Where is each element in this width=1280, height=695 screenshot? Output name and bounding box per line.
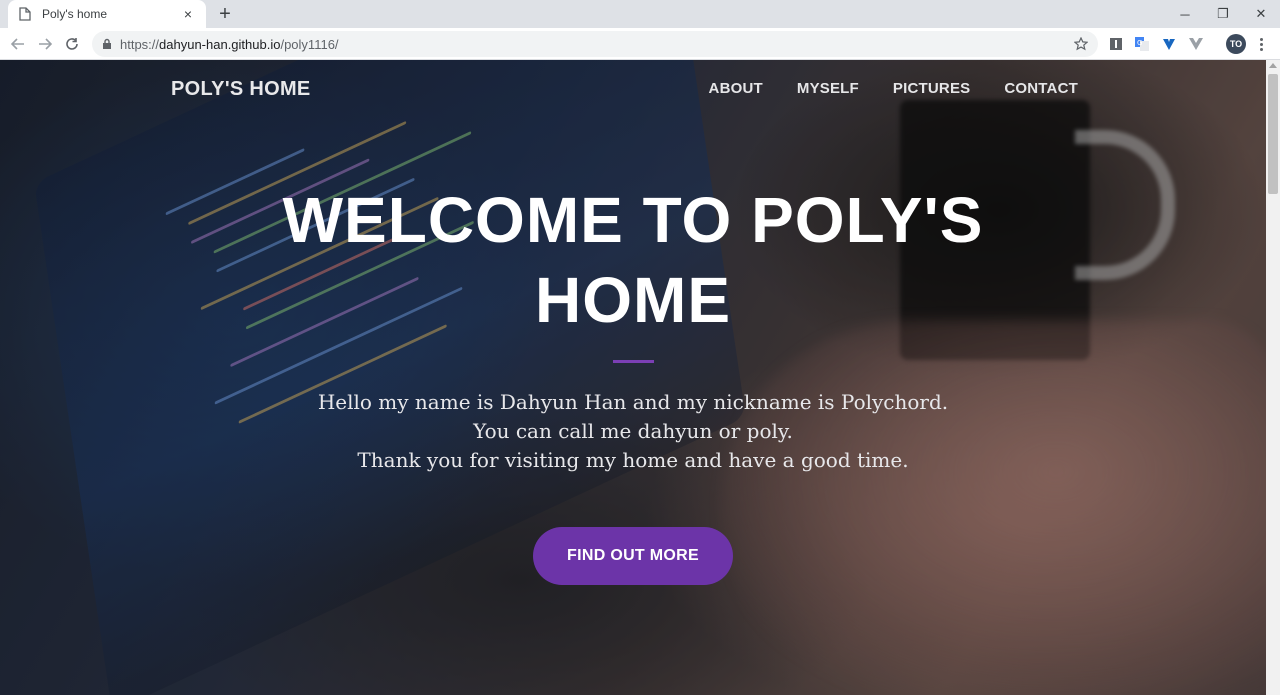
- url-scheme: https://: [120, 36, 160, 52]
- hero-lead-line: Hello my name is Dahyun Han and my nickn…: [317, 390, 949, 414]
- url-host: dahyun-han.github.io: [159, 36, 281, 52]
- translate-icon[interactable]: G: [1134, 36, 1150, 52]
- page-scrollbar[interactable]: [1266, 60, 1280, 695]
- page-viewport: POLY'S HOME ABOUT MYSELF PICTURES CONTAC…: [0, 60, 1266, 695]
- window-close-button[interactable]: ✕: [1242, 0, 1280, 28]
- hero-lead-line: You can call me dahyun or poly.: [473, 419, 793, 443]
- scroll-up-arrow-icon[interactable]: [1269, 63, 1277, 68]
- reload-icon[interactable]: [62, 34, 82, 54]
- page-icon: [18, 7, 32, 21]
- browser-tab[interactable]: Poly's home ×: [8, 0, 206, 28]
- svg-text:G: G: [1137, 39, 1142, 47]
- tab-strip: Poly's home × + ─ ❐ ✕: [0, 0, 1280, 28]
- minimize-button[interactable]: ─: [1166, 0, 1204, 28]
- site-brand[interactable]: POLY'S HOME: [171, 78, 311, 101]
- nav-link-myself[interactable]: MYSELF: [797, 80, 859, 97]
- url-path: /poly1116/: [280, 36, 339, 52]
- scroll-thumb[interactable]: [1268, 74, 1278, 194]
- forward-icon[interactable]: [35, 34, 55, 54]
- vue-devtools-icon[interactable]: [1188, 36, 1204, 52]
- site-navbar: POLY'S HOME ABOUT MYSELF PICTURES CONTAC…: [0, 60, 1266, 120]
- bookmark-star-icon[interactable]: [1072, 35, 1090, 53]
- new-tab-button[interactable]: +: [214, 4, 236, 24]
- back-icon[interactable]: [8, 34, 28, 54]
- vuetify-icon[interactable]: [1161, 36, 1177, 52]
- nav-link-pictures[interactable]: PICTURES: [893, 80, 970, 97]
- restore-button[interactable]: ❐: [1204, 0, 1242, 28]
- hero-lead: Hello my name is Dahyun Han and my nickn…: [233, 388, 1033, 475]
- url-text: https://dahyun-han.github.io/poly1116/: [120, 37, 339, 52]
- nav-link-about[interactable]: ABOUT: [709, 80, 763, 97]
- hero-lead-line: Thank you for visiting my home and have …: [357, 448, 909, 472]
- profile-avatar[interactable]: TO: [1226, 34, 1246, 54]
- address-bar[interactable]: https://dahyun-han.github.io/poly1116/: [92, 31, 1098, 57]
- window-controls: ─ ❐ ✕: [1166, 0, 1280, 28]
- browser-toolbar: https://dahyun-han.github.io/poly1116/ G…: [0, 28, 1280, 60]
- menu-icon[interactable]: [1256, 34, 1266, 54]
- nav-link-contact[interactable]: CONTACT: [1004, 80, 1078, 97]
- extension-square-icon[interactable]: [1108, 36, 1124, 52]
- tab-title: Poly's home: [42, 7, 107, 21]
- tab-close-icon[interactable]: ×: [180, 6, 196, 22]
- lock-icon: [100, 37, 114, 51]
- find-out-more-button[interactable]: FIND OUT MORE: [533, 527, 733, 585]
- nav-links: ABOUT MYSELF PICTURES CONTACT: [709, 80, 1078, 97]
- hero-divider: [613, 360, 654, 363]
- hero-section: WELCOME TO POLY'S HOME Hello my name is …: [0, 60, 1266, 695]
- hero-title: WELCOME TO POLY'S HOME: [282, 184, 984, 336]
